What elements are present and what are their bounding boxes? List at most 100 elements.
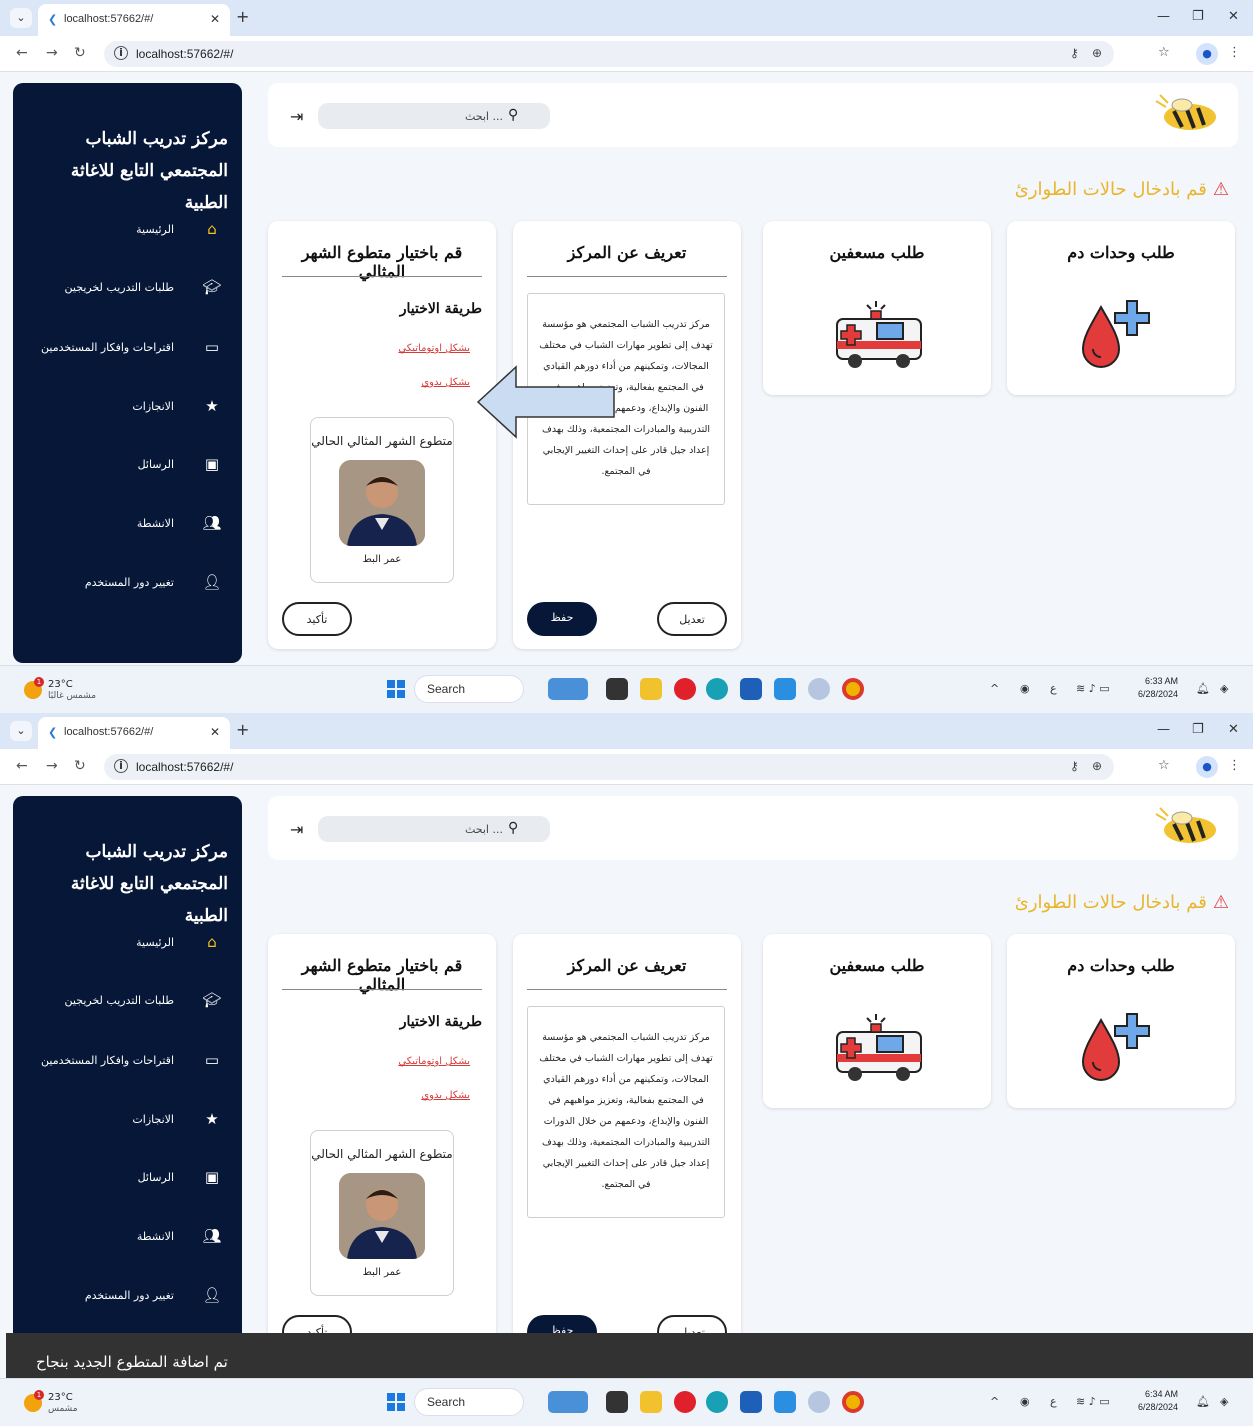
- network-volume-icon[interactable]: ≋ ♪ ▭: [1076, 682, 1110, 695]
- language-indicator[interactable]: ع: [1050, 682, 1057, 695]
- taskbar-clock[interactable]: 6:34 AM 6/28/2024: [1138, 1388, 1178, 1414]
- language-indicator[interactable]: ع: [1050, 1395, 1057, 1408]
- widgets-app-icon[interactable]: [548, 678, 588, 700]
- reload-icon[interactable]: ↻: [74, 758, 86, 774]
- file-explorer-icon[interactable]: [640, 1391, 662, 1413]
- edge-icon[interactable]: [706, 678, 728, 700]
- vscode-icon[interactable]: [774, 1391, 796, 1413]
- search-icon[interactable]: ⚲: [508, 107, 518, 123]
- menu-dots-icon[interactable]: ⋮: [1228, 45, 1241, 60]
- confirm-button[interactable]: تأكيد: [282, 602, 352, 636]
- forward-icon[interactable]: →: [46, 45, 58, 61]
- option-automatic-link[interactable]: بشكل اوتوماتيكي: [398, 1056, 470, 1067]
- sidebar-item-training-requests[interactable]: 🎓︎ طلبات التدريب لخريجين: [18, 986, 228, 1016]
- blood-request-card[interactable]: طلب وحدات دم: [1007, 934, 1235, 1108]
- sidebar-item-home[interactable]: ⌂ الرئيسية: [18, 215, 228, 245]
- site-info-icon[interactable]: i: [114, 46, 128, 60]
- browser-tab[interactable]: ❮ localhost:57662/#/ ✕: [38, 4, 230, 36]
- chrome-icon[interactable]: [842, 1391, 864, 1413]
- password-key-icon[interactable]: ⚷: [1070, 46, 1079, 60]
- windows-start-icon[interactable]: [387, 1393, 405, 1411]
- sidebar-item-suggestions[interactable]: ▭ اقتراحات وافكار المستخدمين: [18, 1046, 228, 1076]
- sidebar-item-activities[interactable]: 👥︎ الانشطة: [18, 1222, 228, 1252]
- chrome-icon[interactable]: [842, 678, 864, 700]
- new-tab-button[interactable]: +: [236, 7, 249, 26]
- restore-icon[interactable]: ❐: [1192, 9, 1204, 24]
- menu-dots-icon[interactable]: ⋮: [1228, 758, 1241, 773]
- taskbar-clock[interactable]: 6:33 AM 6/28/2024: [1138, 675, 1178, 701]
- option-automatic-link[interactable]: بشكل اوتوماتيكي: [398, 343, 470, 354]
- zoom-icon[interactable]: ⊕: [1092, 759, 1102, 773]
- copilot-icon[interactable]: ◈: [1220, 1395, 1228, 1408]
- bell-icon[interactable]: 🔔︎: [1196, 682, 1210, 695]
- tray-app-icon[interactable]: ◉: [1020, 1395, 1030, 1408]
- new-tab-button[interactable]: +: [236, 720, 249, 739]
- terminal-app-icon[interactable]: [606, 678, 628, 700]
- search-icon[interactable]: ⚲: [508, 820, 518, 836]
- sidebar-item-achievements[interactable]: ★ الانجازات: [18, 392, 228, 422]
- tab-search-button[interactable]: ⌄: [10, 721, 32, 741]
- tray-app-icon[interactable]: ◉: [1020, 682, 1030, 695]
- edge-icon[interactable]: [706, 1391, 728, 1413]
- sidebar-item-messages[interactable]: ▣ الرسائل: [18, 450, 228, 480]
- about-text-box[interactable]: مركز تدريب الشباب المجتمعي هو مؤسسة تهدف…: [527, 1006, 725, 1218]
- profile-avatar[interactable]: ●: [1196, 43, 1218, 65]
- back-icon[interactable]: ←: [16, 758, 28, 774]
- option-manual-link[interactable]: بشكل يدوي: [421, 1090, 470, 1101]
- close-tab-icon[interactable]: ✕: [210, 725, 220, 739]
- logout-icon[interactable]: ⇥: [290, 107, 303, 126]
- sidebar-item-activities[interactable]: 👥︎ الانشطة: [18, 509, 228, 539]
- app-icon[interactable]: [808, 678, 830, 700]
- sidebar-item-home[interactable]: ⌂ الرئيسية: [18, 928, 228, 958]
- forward-icon[interactable]: →: [46, 758, 58, 774]
- blood-request-card[interactable]: طلب وحدات دم: [1007, 221, 1235, 395]
- file-explorer-icon[interactable]: [640, 678, 662, 700]
- minimize-icon[interactable]: —: [1157, 9, 1170, 24]
- taskbar-search[interactable]: Search: [414, 1388, 524, 1416]
- vscode-icon[interactable]: [774, 678, 796, 700]
- close-window-icon[interactable]: ✕: [1228, 722, 1239, 737]
- bell-icon[interactable]: 🔔︎: [1196, 1395, 1210, 1408]
- widgets-app-icon[interactable]: [548, 1391, 588, 1413]
- paramedic-request-card[interactable]: طلب مسعفين: [763, 934, 991, 1108]
- sidebar-item-messages[interactable]: ▣ الرسائل: [18, 1163, 228, 1193]
- paramedic-request-card[interactable]: طلب مسعفين: [763, 221, 991, 395]
- sidebar-item-change-role[interactable]: 👤︎ تغيير دور المستخدم: [18, 1281, 228, 1311]
- bookmark-star-icon[interactable]: ☆: [1158, 758, 1170, 773]
- restore-icon[interactable]: ❐: [1192, 722, 1204, 737]
- network-volume-icon[interactable]: ≋ ♪ ▭: [1076, 1395, 1110, 1408]
- search-input[interactable]: [328, 819, 503, 839]
- address-bar[interactable]: i localhost:57662/#/ ⚷ ⊕: [104, 754, 1114, 780]
- site-info-icon[interactable]: i: [114, 759, 128, 773]
- edit-button[interactable]: تعديل: [657, 602, 727, 636]
- store-icon[interactable]: [740, 1391, 762, 1413]
- store-icon[interactable]: [740, 678, 762, 700]
- opera-icon[interactable]: [674, 678, 696, 700]
- copilot-icon[interactable]: ◈: [1220, 682, 1228, 695]
- save-button[interactable]: حفظ: [527, 602, 597, 636]
- tray-chevron-icon[interactable]: ^: [990, 682, 999, 695]
- close-tab-icon[interactable]: ✕: [210, 12, 220, 26]
- zoom-icon[interactable]: ⊕: [1092, 46, 1102, 60]
- app-icon[interactable]: [808, 1391, 830, 1413]
- address-bar[interactable]: i localhost:57662/#/ ⚷ ⊕: [104, 41, 1114, 67]
- password-key-icon[interactable]: ⚷: [1070, 759, 1079, 773]
- sidebar-item-change-role[interactable]: 👤︎ تغيير دور المستخدم: [18, 568, 228, 598]
- tray-chevron-icon[interactable]: ^: [990, 1395, 999, 1408]
- sidebar-item-achievements[interactable]: ★ الانجازات: [18, 1105, 228, 1135]
- terminal-app-icon[interactable]: [606, 1391, 628, 1413]
- tab-search-button[interactable]: ⌄: [10, 8, 32, 28]
- close-window-icon[interactable]: ✕: [1228, 9, 1239, 24]
- bookmark-star-icon[interactable]: ☆: [1158, 45, 1170, 60]
- minimize-icon[interactable]: —: [1157, 722, 1170, 737]
- windows-start-icon[interactable]: [387, 680, 405, 698]
- back-icon[interactable]: ←: [16, 45, 28, 61]
- option-manual-link[interactable]: بشكل يدوي: [421, 377, 470, 388]
- browser-tab[interactable]: ❮ localhost:57662/#/ ✕: [38, 717, 230, 749]
- reload-icon[interactable]: ↻: [74, 45, 86, 61]
- profile-avatar[interactable]: ●: [1196, 756, 1218, 778]
- sidebar-item-training-requests[interactable]: 🎓︎ طلبات التدريب لخريجين: [18, 273, 228, 303]
- search-input[interactable]: [328, 106, 503, 126]
- sidebar-item-suggestions[interactable]: ▭ اقتراحات وافكار المستخدمين: [18, 333, 228, 363]
- opera-icon[interactable]: [674, 1391, 696, 1413]
